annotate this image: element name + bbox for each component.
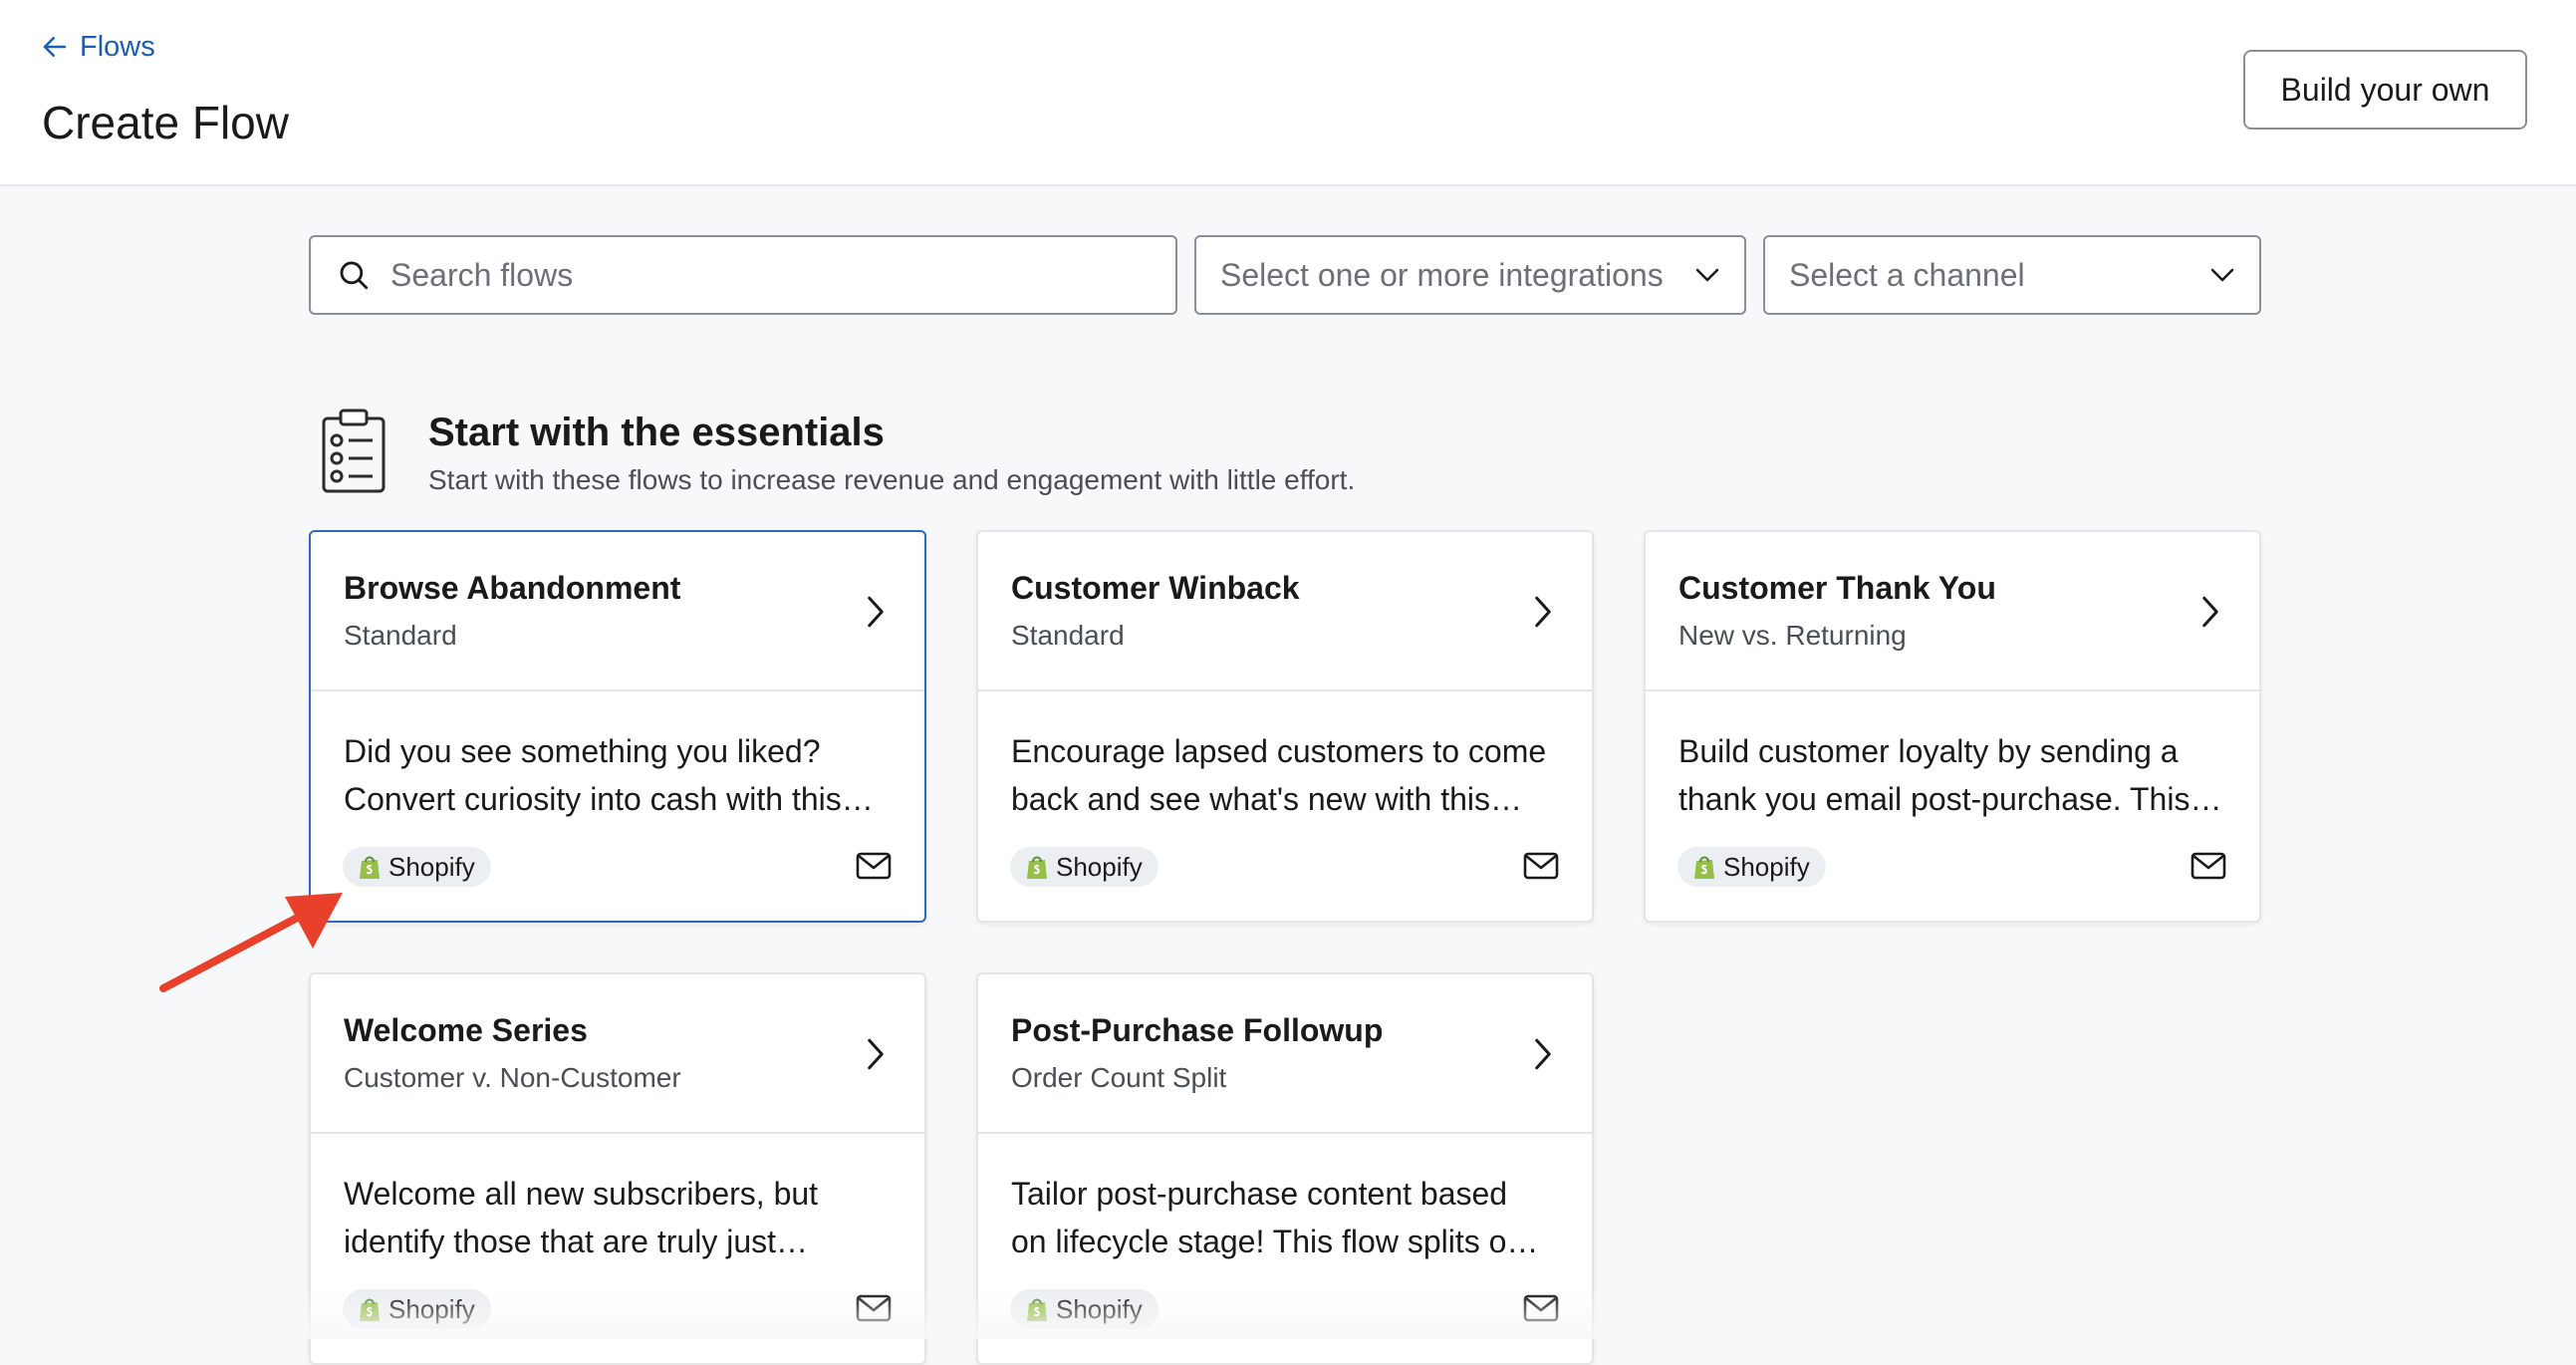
card-description-line: on lifecycle stage! This flow splits o… bbox=[1011, 1224, 1539, 1259]
integration-badge: Shopify bbox=[343, 847, 491, 887]
chevron-right-icon bbox=[1535, 596, 1551, 628]
card-title: Post-Purchase Followup bbox=[1011, 1012, 1384, 1048]
card-description: Tailor post-purchase content based on li… bbox=[1011, 1170, 1569, 1265]
annotation-arrow-icon bbox=[159, 893, 343, 992]
shopify-bag-icon bbox=[360, 856, 380, 879]
section-title: Start with the essentials bbox=[428, 410, 885, 454]
card-description-line: Tailor post-purchase content based bbox=[1011, 1176, 1508, 1212]
integration-name: Shopify bbox=[388, 851, 475, 882]
card-description-line: Welcome all new subscribers, but bbox=[344, 1176, 819, 1212]
mail-icon bbox=[2190, 852, 2226, 880]
shopify-bag-icon bbox=[1027, 1298, 1047, 1321]
integration-name: Shopify bbox=[388, 1293, 475, 1324]
back-link-label: Flows bbox=[80, 30, 155, 63]
card-description: Welcome all new subscribers, but identif… bbox=[344, 1170, 902, 1265]
back-to-flows-link[interactable]: Flows bbox=[40, 28, 155, 66]
shopify-bag-icon bbox=[1694, 856, 1714, 879]
card-title: Customer Thank You bbox=[1678, 570, 1996, 606]
flow-card-post-purchase-followup[interactable]: Post-Purchase Followup Order Count Split… bbox=[976, 972, 1594, 1365]
card-description-line: Build customer loyalty by sending a bbox=[1678, 733, 2179, 769]
card-subtitle: New vs. Returning bbox=[1678, 620, 1907, 651]
card-description-line: Encourage lapsed customers to come bbox=[1011, 733, 1547, 769]
card-subtitle: Order Count Split bbox=[1011, 1062, 1227, 1093]
mail-icon bbox=[856, 1294, 892, 1322]
integration-badge: Shopify bbox=[1010, 1289, 1159, 1329]
card-header: Welcome Series Customer v. Non-Customer bbox=[311, 974, 924, 1134]
clipboard-checklist-icon bbox=[322, 409, 386, 493]
integrations-select[interactable]: Select one or more integrations bbox=[1194, 235, 1746, 315]
card-description: Did you see something you liked? Convert… bbox=[344, 727, 902, 823]
page-title: Create Flow bbox=[42, 97, 289, 148]
search-field[interactable] bbox=[309, 235, 1177, 315]
search-input[interactable] bbox=[390, 256, 1148, 294]
mail-icon bbox=[1523, 852, 1559, 880]
card-description-line: identify those that are truly just… bbox=[344, 1224, 808, 1259]
shopify-bag-icon bbox=[1027, 856, 1047, 879]
shopify-bag-icon bbox=[360, 1298, 380, 1321]
filter-bar: Select one or more integrations Select a… bbox=[309, 235, 2261, 315]
card-subtitle: Standard bbox=[344, 620, 457, 651]
arrow-left-icon bbox=[43, 37, 67, 57]
integration-name: Shopify bbox=[1056, 1293, 1143, 1324]
mail-icon bbox=[856, 852, 892, 880]
card-title: Customer Winback bbox=[1011, 570, 1300, 606]
integration-badge: Shopify bbox=[1677, 847, 1826, 887]
flow-card-customer-thank-you[interactable]: Customer Thank You New vs. Returning Bui… bbox=[1644, 530, 2261, 923]
card-description: Build customer loyalty by sending a than… bbox=[1678, 727, 2236, 823]
card-header: Customer Thank You New vs. Returning bbox=[1646, 532, 2259, 691]
build-your-own-button[interactable]: Build your own bbox=[2243, 50, 2527, 130]
card-title: Browse Abandonment bbox=[344, 570, 681, 606]
chevron-down-icon bbox=[1695, 268, 1719, 282]
card-description-line: Did you see something you liked? bbox=[344, 733, 821, 769]
integration-name: Shopify bbox=[1723, 851, 1810, 882]
chevron-down-icon bbox=[2210, 268, 2234, 282]
flow-card-welcome-series[interactable]: Welcome Series Customer v. Non-Customer … bbox=[309, 972, 926, 1365]
section-subtitle: Start with these flows to increase reven… bbox=[428, 464, 1356, 495]
card-description-line: Convert curiosity into cash with this… bbox=[344, 781, 874, 817]
channel-select-value: Select a channel bbox=[1789, 256, 2025, 293]
card-subtitle: Standard bbox=[1011, 620, 1125, 651]
chevron-right-icon bbox=[2202, 596, 2218, 628]
flow-card-customer-winback[interactable]: Customer Winback Standard Encourage laps… bbox=[976, 530, 1594, 923]
card-description-line: back and see what's new with this… bbox=[1011, 781, 1523, 817]
channel-select[interactable]: Select a channel bbox=[1763, 235, 2261, 315]
page-header: Flows Create Flow Build your own bbox=[0, 0, 2576, 186]
essentials-section-header: Start with the essentials Start with the… bbox=[321, 403, 1715, 502]
search-icon bbox=[340, 261, 369, 290]
card-description-line: thank you email post-purchase. This… bbox=[1678, 781, 2222, 817]
chevron-right-icon bbox=[1535, 1038, 1551, 1070]
card-description: Encourage lapsed customers to come back … bbox=[1011, 727, 1569, 823]
card-subtitle: Customer v. Non-Customer bbox=[344, 1062, 681, 1093]
card-title: Welcome Series bbox=[344, 1012, 588, 1048]
integration-badge: Shopify bbox=[1010, 847, 1159, 887]
integration-badge: Shopify bbox=[343, 1289, 491, 1329]
card-header: Browse Abandonment Standard bbox=[311, 532, 924, 691]
flow-card-browse-abandonment[interactable]: Browse Abandonment Standard Did you see … bbox=[309, 530, 926, 923]
chevron-right-icon bbox=[868, 596, 884, 628]
integration-name: Shopify bbox=[1056, 851, 1143, 882]
chevron-right-icon bbox=[868, 1038, 884, 1070]
card-header: Customer Winback Standard bbox=[978, 532, 1592, 691]
mail-icon bbox=[1523, 1294, 1559, 1322]
card-header: Post-Purchase Followup Order Count Split bbox=[978, 974, 1592, 1134]
integrations-select-value: Select one or more integrations bbox=[1220, 256, 1664, 293]
